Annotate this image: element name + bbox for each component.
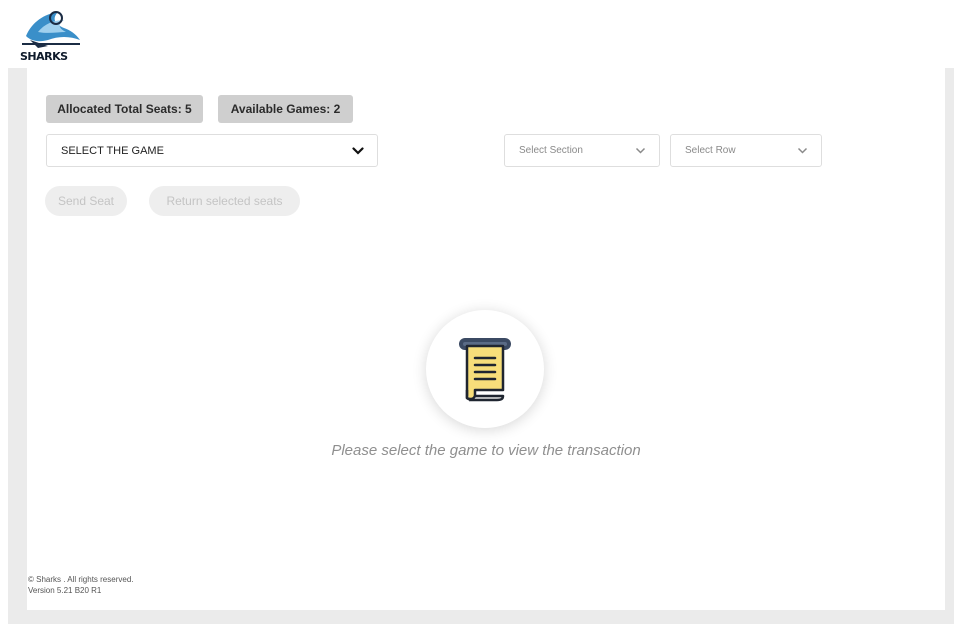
allocated-seats-badge: Allocated Total Seats: 5 [46,95,203,123]
header: SHARKS [0,0,964,68]
footer: © Sharks . All rights reserved. Version … [28,574,134,596]
empty-state-message: Please select the game to view the trans… [331,442,641,459]
receipt-icon [459,338,511,402]
send-seat-button[interactable]: Send Seat [45,186,127,216]
chevron-down-icon [795,144,809,158]
return-selected-seats-button[interactable]: Return selected seats [149,186,300,216]
game-select-value: SELECT THE GAME [61,144,164,157]
section-select[interactable]: Select Section [504,134,660,167]
main-card: Allocated Total Seats: 5 Available Games… [27,68,945,610]
section-select-value: Select Section [519,145,583,156]
logo-wordmark: SHARKS [20,50,68,63]
chevron-down-icon [633,144,647,158]
shark-emblem-icon [22,11,80,48]
row-select-value: Select Row [685,145,736,156]
available-games-badge: Available Games: 2 [218,95,353,123]
row-select[interactable]: Select Row [670,134,822,167]
version-text: Version 5.21 B20 R1 [28,586,102,595]
chevron-down-icon [351,144,365,158]
sharks-logo[interactable]: SHARKS [18,6,84,63]
copyright-text: © Sharks . All rights reserved. [28,575,134,584]
game-select[interactable]: SELECT THE GAME [46,134,378,167]
empty-state-icon-circle [426,310,544,428]
